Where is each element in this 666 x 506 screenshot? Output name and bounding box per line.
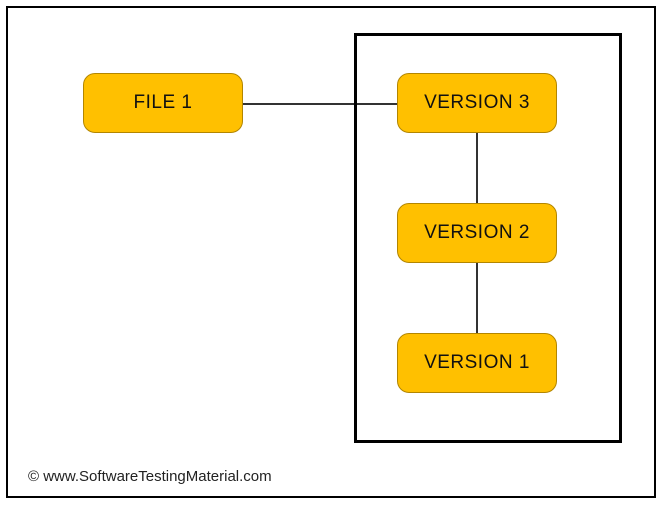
node-file-1-label: FILE 1 (134, 92, 193, 114)
node-file-1: FILE 1 (83, 73, 243, 133)
attribution-text: © www.SoftwareTestingMaterial.com (28, 468, 272, 485)
node-version-3-label: VERSION 3 (424, 92, 530, 114)
diagram-frame: FILE 1 VERSION 3 VERSION 2 VERSION 1 © w… (6, 6, 656, 498)
node-version-1-label: VERSION 1 (424, 352, 530, 374)
node-version-2: VERSION 2 (397, 203, 557, 263)
node-version-2-label: VERSION 2 (424, 222, 530, 244)
node-version-1: VERSION 1 (397, 333, 557, 393)
node-version-3: VERSION 3 (397, 73, 557, 133)
